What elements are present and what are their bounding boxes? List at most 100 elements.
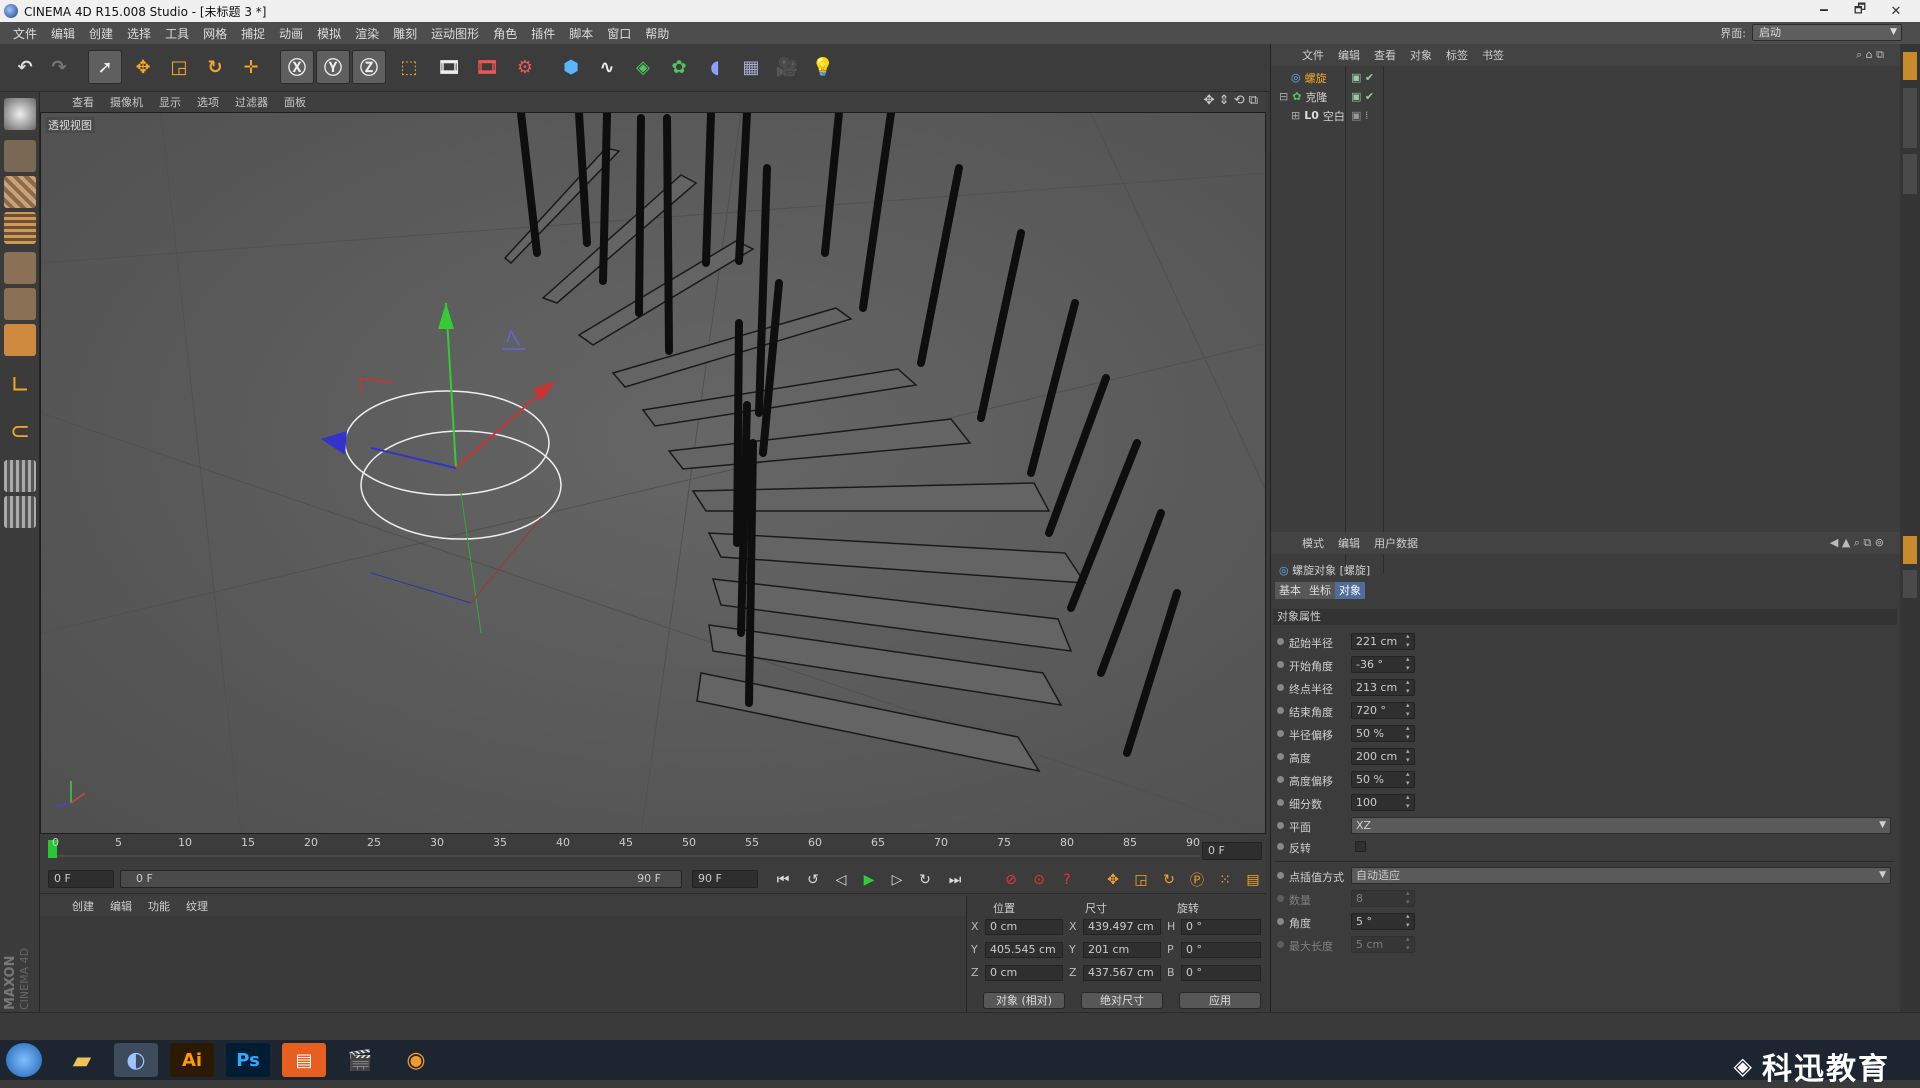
- cinema4d-taskbar-icon[interactable]: ◐: [114, 1043, 158, 1077]
- visibility-check-icon[interactable]: ▣ ⁞: [1351, 109, 1368, 122]
- end-angle-field[interactable]: 720 °: [1351, 701, 1415, 719]
- menu-animate[interactable]: 动画: [272, 25, 310, 42]
- vp-menu-options[interactable]: 选项: [189, 94, 227, 110]
- menu-help[interactable]: 帮助: [638, 25, 676, 42]
- side-tab-structure[interactable]: [1903, 154, 1917, 194]
- subdivision-surface-icon[interactable]: ◈: [626, 50, 660, 84]
- object-name[interactable]: 克隆: [1305, 89, 1327, 105]
- menu-edit[interactable]: 编辑: [44, 25, 82, 42]
- interpolation-dropdown[interactable]: 自动适应 ▼: [1351, 867, 1891, 884]
- prev-key-icon[interactable]: ↺: [802, 869, 824, 891]
- key-rotation-icon[interactable]: ↻: [1158, 869, 1180, 891]
- menu-script[interactable]: 脚本: [562, 25, 600, 42]
- camera-icon[interactable]: 🎥: [770, 50, 804, 84]
- menu-create[interactable]: 创建: [82, 25, 120, 42]
- model-mode-icon[interactable]: [4, 140, 36, 172]
- key-scale-icon[interactable]: ◲: [1130, 869, 1152, 891]
- video-recorder-icon[interactable]: 🎬: [338, 1043, 382, 1077]
- mat-menu-function[interactable]: 功能: [140, 898, 178, 914]
- start-button-icon[interactable]: [6, 1043, 42, 1077]
- size-z-field[interactable]: 437.567 cm: [1083, 965, 1161, 981]
- key-pla-icon[interactable]: ⁙: [1214, 869, 1236, 891]
- coord-mode-dropdown[interactable]: 对象 (相对): [983, 992, 1065, 1009]
- size-mode-dropdown[interactable]: 绝对尺寸: [1081, 992, 1163, 1009]
- obj-menu-edit[interactable]: 编辑: [1331, 47, 1367, 63]
- subdivisions-field[interactable]: 100: [1351, 793, 1415, 811]
- object-row[interactable]: ⊞ L0 空白 ▣ ⁞: [1271, 106, 1901, 125]
- render-settings-icon[interactable]: ⚙: [508, 50, 542, 84]
- redo-icon[interactable]: ↷: [42, 50, 76, 84]
- menu-tools[interactable]: 工具: [158, 25, 196, 42]
- next-frame-icon[interactable]: ▷: [886, 869, 908, 891]
- tab-object[interactable]: 对象: [1335, 582, 1365, 599]
- go-to-end-icon[interactable]: ⏭: [944, 869, 966, 891]
- perspective-viewport[interactable]: 透视视图: [40, 112, 1266, 834]
- end-radius-field[interactable]: 213 cm: [1351, 678, 1415, 696]
- vp-menu-panel[interactable]: 面板: [276, 94, 314, 110]
- record-keys-icon[interactable]: ⊘: [1000, 869, 1022, 891]
- start-radius-field[interactable]: 221 cm: [1351, 632, 1415, 650]
- layout-dropdown[interactable]: 启动 ▼: [1752, 24, 1902, 41]
- expand-icon[interactable]: ⊞: [1291, 109, 1300, 122]
- menu-plugins[interactable]: 插件: [524, 25, 562, 42]
- size-x-field[interactable]: 439.497 cm: [1083, 919, 1161, 935]
- rotation-b-field[interactable]: 0 °: [1181, 965, 1261, 981]
- start-frame-field[interactable]: 0 F: [48, 870, 114, 888]
- select-tool-icon[interactable]: ➚: [88, 50, 122, 84]
- key-position-icon[interactable]: ✥: [1102, 869, 1124, 891]
- edges-mode-icon[interactable]: [4, 288, 36, 320]
- viewport-nav-icons[interactable]: ✥ ⇕ ⟲ ⧉: [1204, 93, 1258, 108]
- attr-nav-icons[interactable]: ◀ ▲ ⌕ ⧉ ⊚: [1823, 536, 1891, 550]
- side-tab-attributes[interactable]: [1903, 536, 1917, 564]
- coordinate-system-icon[interactable]: ⬚: [392, 50, 426, 84]
- rotation-h-field[interactable]: 0 °: [1181, 919, 1261, 935]
- tab-basic[interactable]: 基本: [1275, 582, 1305, 599]
- play-icon[interactable]: ▶: [858, 869, 880, 891]
- position-z-field[interactable]: 0 cm: [985, 965, 1063, 981]
- attr-menu-mode[interactable]: 模式: [1295, 535, 1331, 551]
- range-slider[interactable]: 0 F 90 F: [120, 870, 682, 888]
- timeline-window-icon[interactable]: ▤: [1242, 869, 1264, 891]
- vp-menu-display[interactable]: 显示: [151, 94, 189, 110]
- y-axis-lock-icon[interactable]: Ⓨ: [316, 50, 350, 84]
- live-select-icon[interactable]: ✛: [234, 50, 268, 84]
- polygons-mode-icon[interactable]: [4, 324, 36, 356]
- timeline-ruler[interactable]: 0 5 10 15 20 25 30 35 40 45 50 55 60 65 70 75 80 85 90 0 F: [40, 834, 1266, 864]
- cloner-icon[interactable]: ✿: [662, 50, 696, 84]
- attr-menu-edit[interactable]: 编辑: [1331, 535, 1367, 551]
- vp-menu-view[interactable]: 查看: [64, 94, 102, 110]
- scale-tool-icon[interactable]: ◲: [162, 50, 196, 84]
- object-row[interactable]: ⊟ ✿ 克隆 ▣ ✔: [1271, 87, 1901, 106]
- end-frame-field[interactable]: 90 F: [692, 870, 758, 888]
- current-frame-field[interactable]: 0 F: [1202, 842, 1262, 860]
- workplane-mode-icon[interactable]: [4, 212, 36, 244]
- plane-dropdown[interactable]: XZ ▼: [1351, 817, 1891, 834]
- snap-settings-icon[interactable]: [4, 496, 36, 528]
- z-axis-lock-icon[interactable]: Ⓩ: [352, 50, 386, 84]
- vp-menu-camera[interactable]: 摄像机: [102, 94, 151, 110]
- illustrator-icon[interactable]: Ai: [170, 1043, 214, 1077]
- visibility-check-icon[interactable]: ▣ ✔: [1351, 90, 1374, 103]
- menu-simulate[interactable]: 模拟: [310, 25, 348, 42]
- render-picture-viewer-icon[interactable]: 🎞: [470, 50, 504, 84]
- vp-menu-filter[interactable]: 过滤器: [227, 94, 276, 110]
- menu-render[interactable]: 渲染: [348, 25, 386, 42]
- position-y-field[interactable]: 405.545 cm: [985, 942, 1063, 958]
- render-view-icon[interactable]: 🎞: [432, 50, 466, 84]
- restore-button[interactable]: 🗗: [1842, 0, 1878, 22]
- obj-menu-file[interactable]: 文件: [1295, 47, 1331, 63]
- reverse-checkbox[interactable]: [1355, 841, 1366, 852]
- obj-menu-object[interactable]: 对象: [1403, 47, 1439, 63]
- height-field[interactable]: 200 cm: [1351, 747, 1415, 765]
- next-key-icon[interactable]: ↻: [914, 869, 936, 891]
- mat-menu-texture[interactable]: 纹理: [178, 898, 216, 914]
- texture-mode-icon[interactable]: [4, 176, 36, 208]
- side-tab-objects[interactable]: [1903, 52, 1917, 80]
- menu-snap[interactable]: 捕捉: [234, 25, 272, 42]
- auto-key-icon[interactable]: ⊙: [1028, 869, 1050, 891]
- attr-menu-userdata[interactable]: 用户数据: [1367, 535, 1425, 551]
- close-button[interactable]: ✕: [1878, 0, 1914, 22]
- apply-button[interactable]: 应用: [1179, 992, 1261, 1009]
- object-name[interactable]: 空白: [1323, 108, 1345, 124]
- keyframe-selection-icon[interactable]: ?: [1056, 869, 1078, 891]
